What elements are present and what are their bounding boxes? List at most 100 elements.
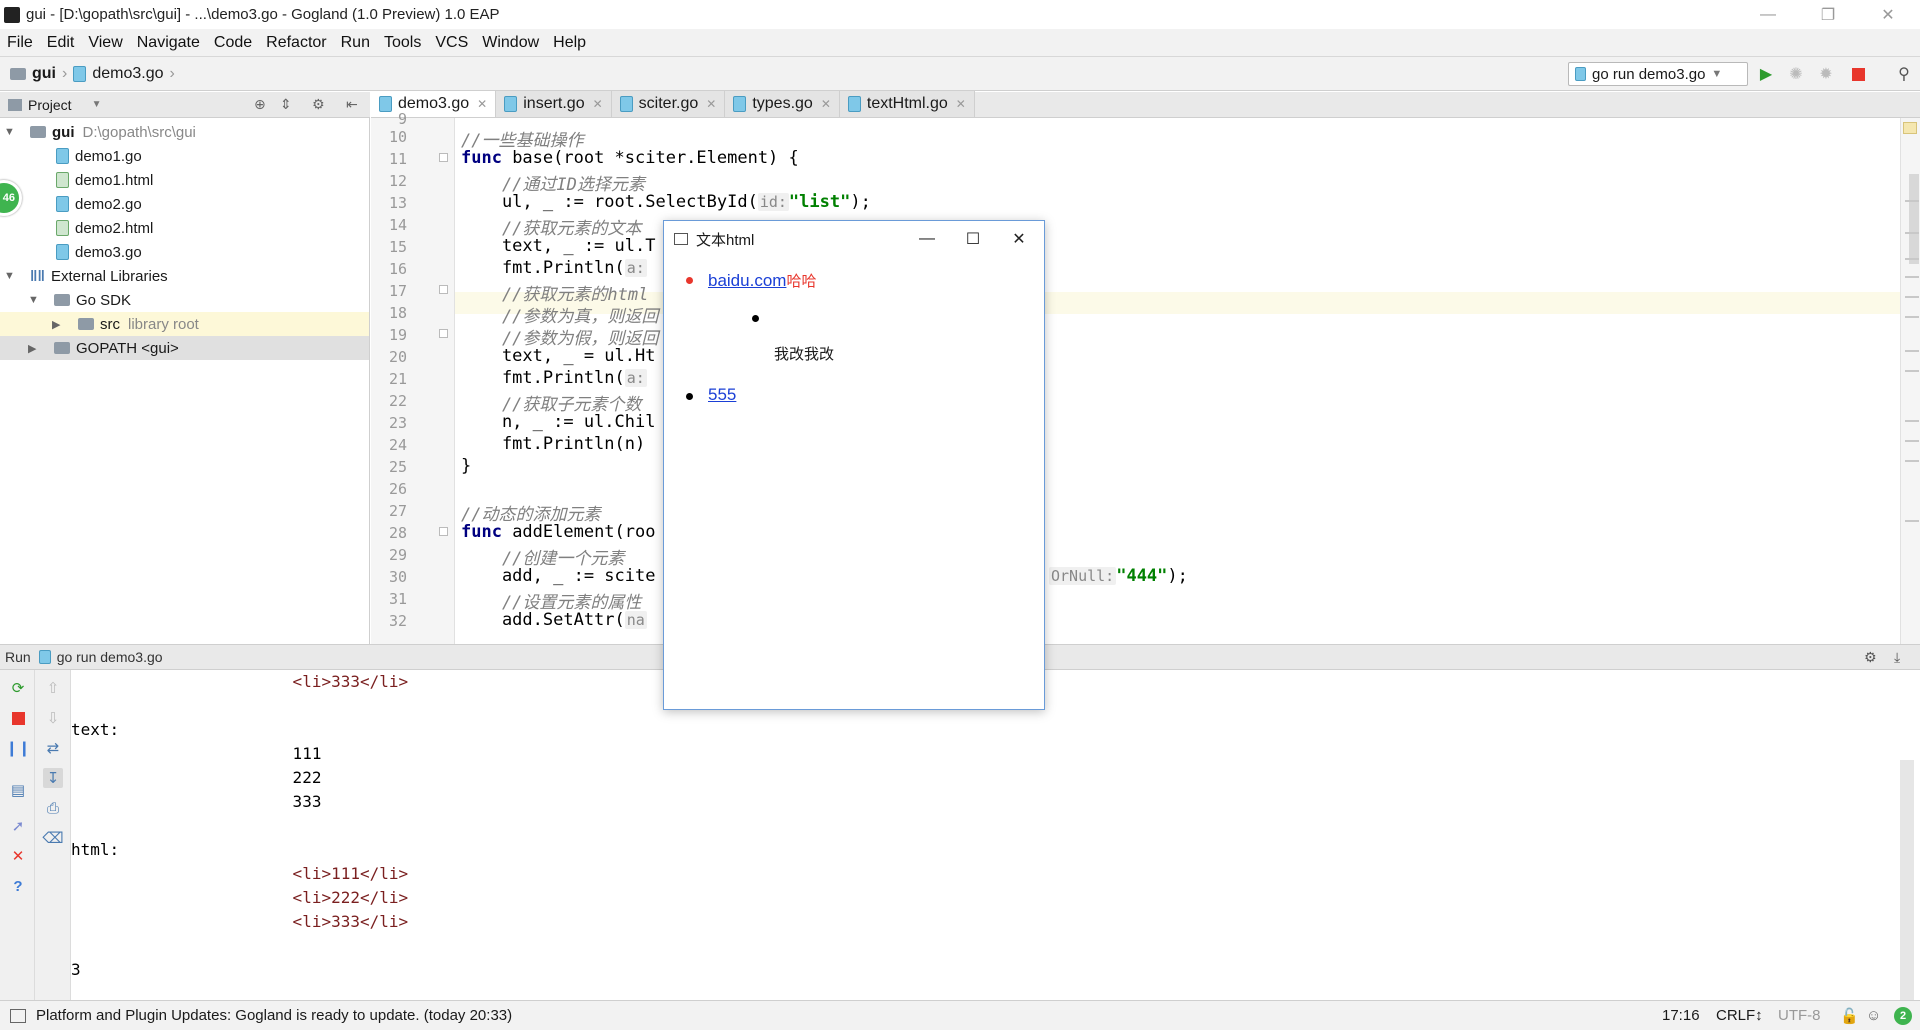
project-panel-title[interactable]: Project xyxy=(28,97,72,113)
code-line[interactable]: func base(root *sciter.Element) { xyxy=(461,148,799,168)
chevron-down-icon[interactable]: ▼ xyxy=(92,99,102,110)
menu-edit[interactable]: Edit xyxy=(40,34,82,52)
down-arrow-icon[interactable]: ⇩ xyxy=(43,708,63,728)
tab-types[interactable]: types.go ✕ xyxy=(725,91,840,117)
tree-file[interactable]: demo2.go xyxy=(56,192,142,216)
close-icon[interactable]: ✕ xyxy=(996,221,1042,257)
run-config-select[interactable]: go run demo3.go ▼ xyxy=(1568,62,1748,86)
collapsed-arrow-icon[interactable]: ▶ xyxy=(52,318,66,331)
menu-view[interactable]: View xyxy=(81,34,129,52)
search-icon[interactable]: ⚲ xyxy=(1894,64,1914,84)
run-panel-config[interactable]: go run demo3.go xyxy=(57,649,163,665)
notification-badge[interactable]: 46 xyxy=(0,180,22,216)
tree-file[interactable]: demo2.html xyxy=(56,216,153,240)
code-line[interactable]: fmt.Println(a: xyxy=(461,368,647,388)
trash-icon[interactable]: ⌫ xyxy=(42,828,63,848)
stop-icon[interactable] xyxy=(8,708,28,728)
tree-gopath[interactable]: ▶ GOPATH <gui> xyxy=(0,336,369,360)
lock-icon[interactable]: 🔓 xyxy=(1840,1007,1859,1025)
tree-file[interactable]: demo1.go xyxy=(56,144,142,168)
event-log-icon[interactable] xyxy=(10,1008,26,1023)
code-line[interactable]: add, _ := scite xyxy=(461,566,656,586)
hide-panel-icon[interactable]: ⇤ xyxy=(346,96,358,113)
print-icon[interactable]: ⎙ xyxy=(43,798,63,818)
minimize-icon[interactable]: — xyxy=(904,221,950,257)
notifications-badge[interactable]: 2 xyxy=(1894,1006,1912,1025)
menu-run[interactable]: Run xyxy=(334,34,377,52)
expanded-arrow-icon[interactable]: ▼ xyxy=(4,270,18,282)
collapsed-arrow-icon[interactable]: ▶ xyxy=(28,342,42,355)
pause-icon[interactable]: ❙❙ xyxy=(5,738,30,758)
tree-go-sdk[interactable]: ▼ Go SDK xyxy=(28,288,131,312)
code-line[interactable]: ul, _ := root.SelectById(id: "list"); xyxy=(461,192,871,212)
debug-icon[interactable]: ✺ xyxy=(1786,64,1806,84)
inspector-icon[interactable]: ☺ xyxy=(1866,1007,1881,1024)
scroll-to-end-icon[interactable]: ↧ xyxy=(43,768,63,788)
rerun-icon[interactable]: ⟳ xyxy=(8,678,28,698)
console-output[interactable]: <li>333</li> text: 111 222 333 html: <li>1… xyxy=(71,670,1900,1000)
tree-file[interactable]: demo1.html xyxy=(56,168,153,192)
close-tab-icon[interactable]: ✕ xyxy=(593,97,603,111)
soft-wrap-icon[interactable]: ⇄ xyxy=(43,738,63,758)
coverage-icon[interactable]: ✹ xyxy=(1816,64,1836,84)
fold-marker-icon[interactable] xyxy=(439,527,448,536)
run-panel-label[interactable]: Run xyxy=(5,649,31,665)
minimize-icon[interactable]: — xyxy=(1740,0,1796,29)
code-line[interactable]: n, _ := ul.Chil xyxy=(461,412,656,432)
collapse-all-icon[interactable]: ⇕ xyxy=(280,96,292,113)
code-line[interactable]: text, _ := ul.T xyxy=(461,236,656,256)
expanded-arrow-icon[interactable]: ▼ xyxy=(4,126,18,138)
console-scrollbar[interactable] xyxy=(1900,760,1914,1000)
code-line[interactable]: add.SetAttr(na xyxy=(461,610,647,630)
code-line[interactable]: fmt.Println(n) xyxy=(461,434,645,454)
status-message[interactable]: Platform and Plugin Updates: Gogland is … xyxy=(36,1007,512,1024)
fold-marker-icon[interactable] xyxy=(439,329,448,338)
restore-layout-icon[interactable]: ▤ xyxy=(8,780,28,800)
gear-icon[interactable]: ⚙ xyxy=(312,96,325,113)
tab-sciter[interactable]: sciter.go ✕ xyxy=(611,91,726,117)
fold-marker-icon[interactable] xyxy=(439,285,448,294)
file-encoding[interactable]: UTF-8 xyxy=(1778,1007,1821,1024)
baidu-link[interactable]: baidu.com xyxy=(708,271,786,290)
menu-code[interactable]: Code xyxy=(207,34,259,52)
hide-panel-icon[interactable]: ⤓ xyxy=(1894,649,1900,666)
tree-src[interactable]: ▶ src library root xyxy=(0,312,369,336)
menu-tools[interactable]: Tools xyxy=(377,34,428,52)
close-tab-icon[interactable]: ✕ xyxy=(706,97,716,111)
line-separator[interactable]: CRLF↕ xyxy=(1716,1007,1763,1024)
code-line[interactable]: } xyxy=(461,456,471,476)
tab-insert[interactable]: insert.go ✕ xyxy=(496,91,612,117)
menu-navigate[interactable]: Navigate xyxy=(130,34,207,52)
tree-external-libraries[interactable]: ▼ ‖‖ External Libraries xyxy=(4,264,168,288)
expanded-arrow-icon[interactable]: ▼ xyxy=(28,294,42,306)
scrollbar-thumb[interactable] xyxy=(1909,174,1919,264)
up-arrow-icon[interactable]: ⇧ xyxy=(43,678,63,698)
close-tab-icon[interactable]: ✕ xyxy=(477,97,487,111)
scroll-from-source-icon[interactable]: ⊕ xyxy=(254,96,266,113)
code-line[interactable]: func addElement(roo xyxy=(461,522,655,542)
help-icon[interactable]: ? xyxy=(8,876,28,896)
menu-help[interactable]: Help xyxy=(546,34,593,52)
gear-icon[interactable]: ⚙ xyxy=(1864,649,1877,666)
fold-marker-icon[interactable] xyxy=(439,153,448,162)
pin-icon[interactable]: ➚ xyxy=(8,816,28,836)
stop-icon[interactable] xyxy=(1848,64,1868,84)
menu-refactor[interactable]: Refactor xyxy=(259,34,333,52)
link-555[interactable]: 555 xyxy=(708,385,736,404)
breadcrumb-project[interactable]: gui xyxy=(32,65,56,83)
caret-position[interactable]: 17:16 xyxy=(1662,1007,1700,1024)
tree-file[interactable]: demo3.go xyxy=(56,240,142,264)
close-tab-icon[interactable]: ✕ xyxy=(956,97,966,111)
breadcrumb-file[interactable]: demo3.go xyxy=(92,65,163,83)
editor-scrollbar[interactable] xyxy=(1900,118,1920,644)
code-line[interactable]: fmt.Println(a: xyxy=(461,258,647,278)
menu-file[interactable]: File xyxy=(0,34,40,52)
close-icon[interactable]: ✕ xyxy=(8,846,28,866)
tree-root[interactable]: ▼ gui D:\gopath\src\gui xyxy=(4,120,196,144)
menu-window[interactable]: Window xyxy=(475,34,546,52)
tab-texthtml[interactable]: textHtml.go ✕ xyxy=(839,91,975,117)
close-tab-icon[interactable]: ✕ xyxy=(821,97,831,111)
close-icon[interactable]: ✕ xyxy=(1860,0,1916,29)
run-icon[interactable]: ▶ xyxy=(1756,64,1776,84)
restore-icon[interactable]: ❐ xyxy=(1800,0,1856,29)
